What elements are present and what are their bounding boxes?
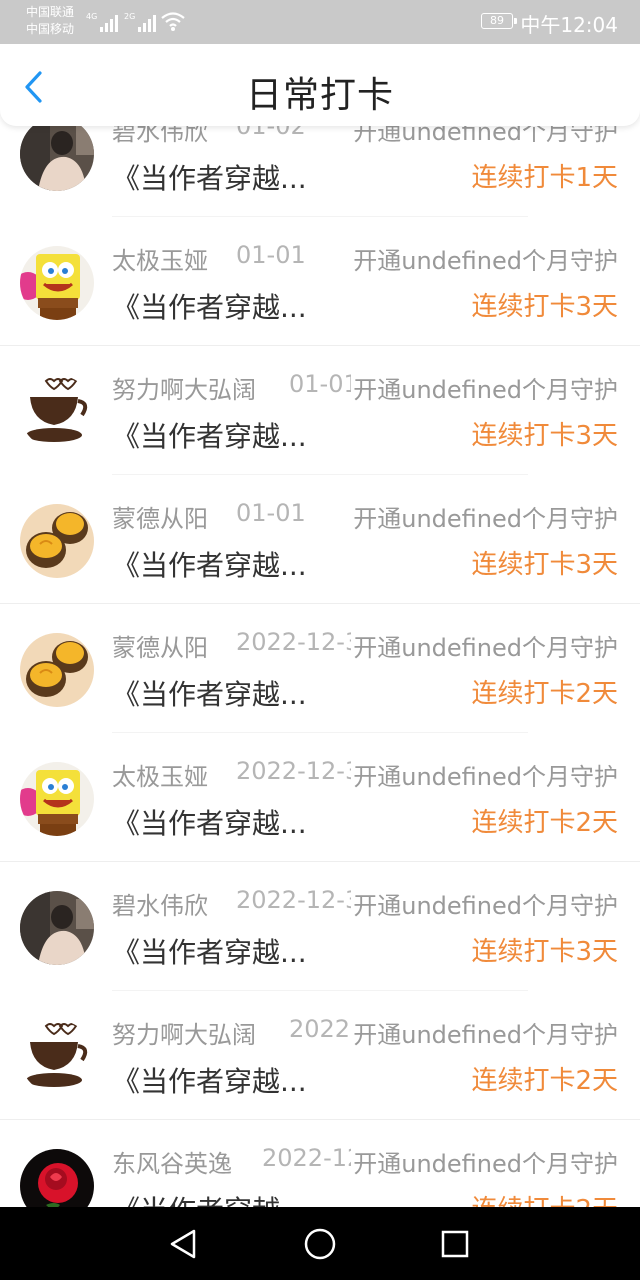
- list-item[interactable]: 碧水伟欣 2022-12-31 开通undefined个月守护 《当作者穿越..…: [0, 862, 640, 991]
- nav-home-button[interactable]: [301, 1225, 339, 1263]
- nav-back-button[interactable]: [164, 1225, 202, 1263]
- user-name: 太极玉娅: [112, 247, 208, 275]
- carrier-1: 中国联通: [26, 5, 75, 19]
- user-name: 太极玉娅: [112, 763, 208, 791]
- guard-status: 开通undefined个月守护: [351, 241, 618, 276]
- streak-count: 连续打卡2天: [471, 1066, 618, 1096]
- page-title: 日常打卡: [245, 75, 394, 116]
- streak-count: 连续打卡1天: [471, 163, 618, 193]
- book-title: 《当作者穿越...: [112, 807, 307, 840]
- checkin-list: 碧水伟欣 01-02 开通undefined个月守护 《当作者穿越... 连续打…: [0, 88, 640, 1249]
- book-title: 《当作者穿越...: [112, 678, 307, 711]
- list-item[interactable]: 太极玉娅 2022-12-31 开通undefined个月守护 《当作者穿越..…: [0, 733, 640, 862]
- guard-status: 开通undefined个月守护: [351, 628, 618, 663]
- streak-count: 连续打卡3天: [471, 292, 618, 322]
- system-nav-bar: [0, 1207, 640, 1280]
- guard-status: 开通undefined个月守护: [351, 1015, 618, 1050]
- book-title: 《当作者穿越...: [112, 291, 307, 324]
- list-item[interactable]: 努力啊大弘阔 2022-12-31 开通undefined个月守护 《当作者穿越…: [0, 991, 640, 1120]
- book-title: 《当作者穿越...: [112, 420, 307, 453]
- book-title: 《当作者穿越...: [112, 162, 307, 195]
- signal-icon: 4G: [86, 12, 119, 32]
- page-header: 日常打卡: [0, 44, 640, 126]
- spongebob-avatar: [20, 762, 94, 836]
- list-item[interactable]: 蒙德从阳 01-01 开通undefined个月守护 《当作者穿越... 连续打…: [0, 475, 640, 604]
- list-item[interactable]: 太极玉娅 01-01 开通undefined个月守护 《当作者穿越... 连续打…: [0, 217, 640, 346]
- user-name: 努力啊大弘阔: [112, 1021, 256, 1049]
- user-name: 蒙德从阳: [112, 634, 208, 662]
- spongebob-avatar: [20, 246, 94, 320]
- book-title: 《当作者穿越...: [112, 1065, 307, 1098]
- coffee-cup-avatar: [20, 1020, 94, 1094]
- streak-count: 连续打卡2天: [471, 808, 618, 838]
- carrier-2: 中国移动: [26, 22, 75, 36]
- wifi-icon: [161, 12, 185, 31]
- list-item[interactable]: 努力啊大弘阔 01-01 开通undefined个月守护 《当作者穿越... 连…: [0, 346, 640, 475]
- user-name: 努力啊大弘阔: [112, 376, 256, 404]
- cupcake-avatar: [20, 504, 94, 578]
- guard-status: 开通undefined个月守护: [351, 757, 618, 792]
- cupcake-avatar: [20, 633, 94, 707]
- guard-status: 开通undefined个月守护: [351, 370, 618, 405]
- guard-status: 开通undefined个月守护: [351, 1144, 618, 1179]
- streak-count: 连续打卡3天: [471, 421, 618, 451]
- status-bar: 中国联通 中国移动 4G 2G 89 中午12:04: [0, 0, 640, 44]
- user-name: 东风谷英逸: [112, 1150, 232, 1178]
- checkin-date: 01-01: [236, 241, 306, 269]
- checkin-date: 01-01: [236, 499, 306, 527]
- guard-status: 开通undefined个月守护: [351, 886, 618, 921]
- user-name: 蒙德从阳: [112, 505, 208, 533]
- checkin-date: 01-01: [289, 370, 359, 398]
- streak-count: 连续打卡2天: [471, 679, 618, 709]
- streak-count: 连续打卡3天: [471, 937, 618, 967]
- person-photo-avatar: [20, 117, 94, 191]
- book-title: 《当作者穿越...: [112, 936, 307, 969]
- triangle-back-icon: [170, 1229, 196, 1259]
- book-title: 《当作者穿越...: [112, 549, 307, 582]
- person-photo-avatar: [20, 891, 94, 965]
- circle-home-icon: [304, 1228, 336, 1260]
- coffee-cup-avatar: [20, 375, 94, 449]
- nav-recents-button[interactable]: [436, 1225, 474, 1263]
- square-recents-icon: [441, 1230, 469, 1258]
- status-time: 中午12:04: [520, 13, 618, 37]
- signal-icon: 2G: [124, 12, 157, 32]
- carrier-names: 中国联通 中国移动: [26, 4, 74, 38]
- guard-status: 开通undefined个月守护: [351, 499, 618, 534]
- list-item[interactable]: 蒙德从阳 2022-12-31 开通undefined个月守护 《当作者穿越..…: [0, 604, 640, 733]
- user-name: 碧水伟欣: [112, 892, 208, 920]
- battery-icon: 89: [481, 13, 517, 29]
- streak-count: 连续打卡3天: [471, 550, 618, 580]
